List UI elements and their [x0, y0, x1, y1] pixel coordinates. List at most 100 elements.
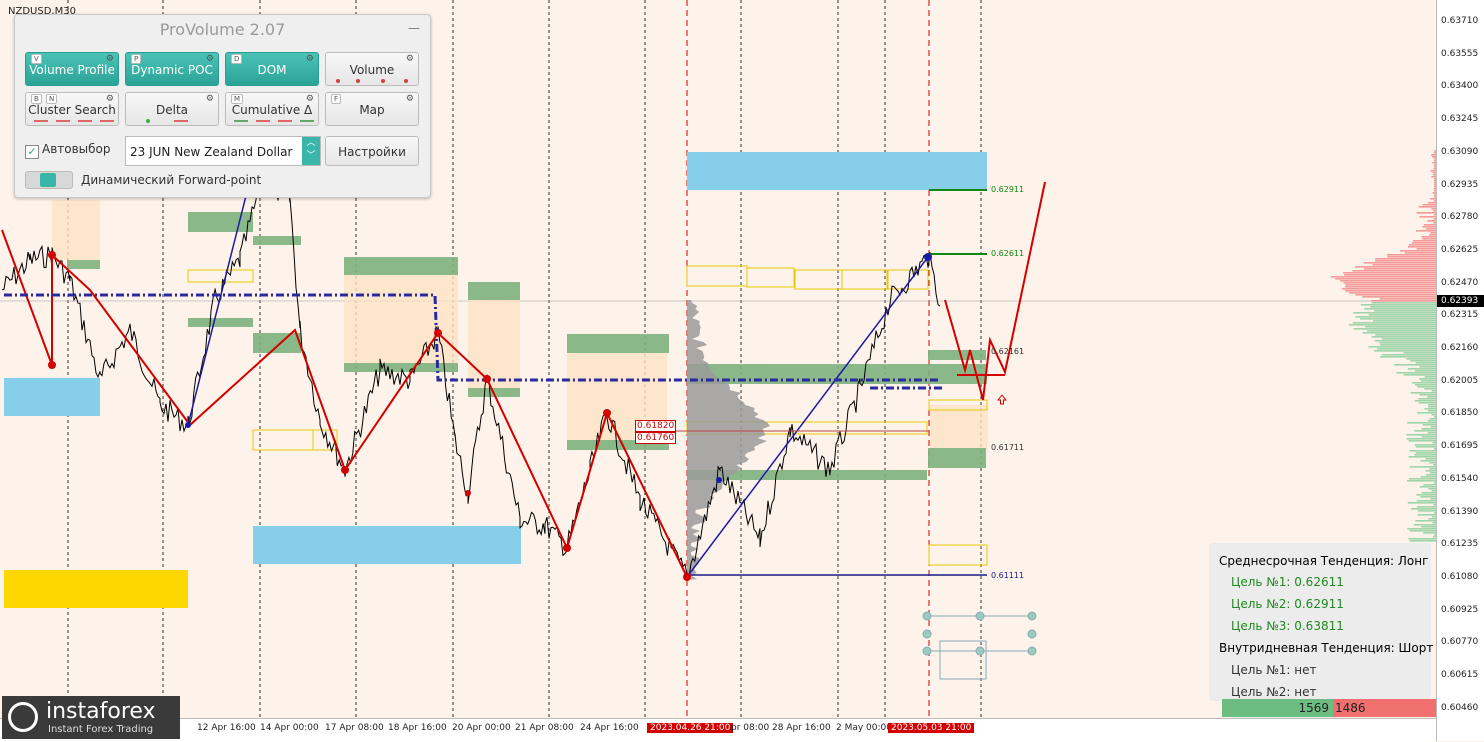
profile-bar	[1403, 352, 1436, 354]
map-button[interactable]: F ⚙ Map	[325, 92, 419, 126]
cluster-search-button[interactable]: B N ⚙ Cluster Search	[25, 92, 119, 126]
dom-button[interactable]: D ⚙ DOM	[225, 52, 319, 86]
price-tick-label: 0.63555	[1441, 48, 1479, 59]
indicator-bar	[300, 120, 314, 122]
profile-bar	[1416, 500, 1436, 502]
gear-icon[interactable]: ⚙	[306, 54, 314, 64]
indicator-bar	[256, 120, 270, 122]
profile-bar	[1362, 296, 1436, 298]
gear-icon[interactable]: ⚙	[406, 94, 414, 104]
profile-bar	[1373, 350, 1436, 352]
intra-target: Цель №1: нет	[1231, 663, 1317, 677]
profile-bar	[1423, 532, 1436, 534]
indicator-bar	[278, 120, 292, 122]
profile-bar	[1417, 506, 1436, 508]
level-label: 0.61711	[991, 443, 1025, 452]
profile-bar	[1414, 370, 1436, 372]
profile-bar	[1425, 470, 1436, 472]
profile-bar	[1415, 230, 1436, 232]
profile-bar	[1419, 394, 1436, 396]
forward-point-toggle[interactable]	[25, 171, 73, 189]
profile-bar	[1414, 444, 1436, 446]
profile-bar	[1403, 374, 1436, 376]
profile-bar	[1353, 312, 1436, 314]
profile-bar	[1387, 256, 1436, 258]
profile-bar	[1335, 278, 1436, 280]
gear-icon[interactable]: ⚙	[406, 54, 414, 64]
price-tick-label: 0.63090	[1441, 146, 1479, 157]
indicator-bar	[234, 120, 248, 122]
profile-bar	[1425, 458, 1436, 460]
profile-bar	[1371, 336, 1436, 338]
autoselect-checkbox[interactable]: ✓ Автовыбор	[25, 142, 111, 159]
profile-bar	[1416, 494, 1436, 496]
gear-icon[interactable]: ⚙	[306, 94, 314, 104]
profile-bar	[1428, 518, 1436, 520]
profile-bar	[1422, 204, 1436, 206]
profile-bar	[1427, 420, 1436, 422]
time-tick-label: 21 Apr 08:00	[515, 723, 574, 733]
time-tick-label: pr 08:00	[731, 723, 770, 733]
profile-bar	[1413, 240, 1436, 242]
profile-bar	[1408, 244, 1436, 246]
price-axis[interactable]: 0.63710 0.63555 0.63400 0.63245 0.63090 0.629…	[1436, 0, 1484, 741]
price-tick-label: 0.61080	[1441, 571, 1479, 582]
volume-button[interactable]: ⚙ Volume	[325, 52, 419, 86]
volume-profile-button[interactable]: V ⚙ Volume Profile	[25, 52, 119, 86]
level-label: 0.62911	[991, 185, 1025, 194]
profile-bar	[1418, 510, 1436, 512]
price-tick-label: 0.63710	[1441, 16, 1479, 26]
delta-button[interactable]: ⚙ Delta	[125, 92, 219, 126]
instrument-select[interactable]: 23 JUN New Zealand Dollar ︿ ﹀	[125, 136, 321, 166]
profile-bar	[1331, 276, 1436, 278]
forward-point-label: Динамический Forward-point	[81, 173, 262, 187]
blue-zone	[4, 378, 100, 416]
profile-bar	[1427, 220, 1436, 222]
dynamic-poc-button[interactable]: P ⚙ Dynamic POC	[125, 52, 219, 86]
profile-bar	[1381, 338, 1436, 340]
gear-icon[interactable]: ⚙	[106, 94, 114, 104]
price-tick-label: 0.60770	[1441, 637, 1479, 648]
cumulative-delta-button[interactable]: M ⚙ Cumulative Δ	[225, 92, 319, 126]
profile-bar	[1394, 364, 1436, 366]
profile-bar	[1408, 538, 1436, 540]
profile-bar	[1367, 330, 1436, 332]
profile-bar	[1400, 250, 1436, 252]
mid-target: Цель №1: 0.62611	[1231, 575, 1344, 589]
profile-bar	[1419, 378, 1436, 380]
price-tick-label: 0.61695	[1441, 441, 1479, 452]
profile-bar	[1352, 270, 1436, 272]
spinner-arrows-icon[interactable]: ︿ ﹀	[302, 137, 320, 165]
indicator-bar	[34, 120, 48, 122]
price-tick-label: 0.63400	[1441, 81, 1479, 92]
button-label: Dynamic POC	[131, 63, 213, 77]
profile-bar	[1415, 452, 1436, 454]
indicator-bar	[174, 120, 188, 122]
time-tick-label: 24 Apr 16:00	[580, 723, 639, 733]
profile-bar	[1371, 300, 1436, 302]
profile-bar	[1415, 362, 1436, 364]
profile-bar	[1420, 460, 1436, 462]
profile-bar	[1426, 228, 1436, 230]
profile-bar	[1407, 368, 1436, 370]
price-tick-label: 0.62005	[1441, 375, 1479, 386]
hotkey-badge: D	[231, 54, 243, 64]
minimize-icon[interactable]: —	[408, 21, 420, 35]
settings-button[interactable]: Настройки	[325, 136, 419, 166]
gear-icon[interactable]: ⚙	[206, 54, 214, 64]
profile-bar	[1418, 398, 1436, 400]
gear-icon[interactable]: ⚙	[106, 54, 114, 64]
profile-bar	[1414, 430, 1436, 432]
profile-bar	[1414, 400, 1436, 402]
price-tick-label: 0.62625	[1441, 244, 1479, 255]
profile-bar	[1408, 246, 1436, 248]
profile-bar	[1420, 476, 1436, 478]
profile-bar	[1429, 468, 1436, 470]
profile-bar	[1422, 238, 1436, 240]
time-axis[interactable]: 12 Apr 16:00 14 Apr 00:00 17 Apr 08:00 18 A…	[0, 718, 1436, 742]
profile-bar	[1421, 380, 1436, 382]
profile-bar	[1424, 388, 1436, 390]
time-tick-label: 17 Apr 08:00	[325, 723, 384, 733]
gear-icon[interactable]: ⚙	[206, 94, 214, 104]
hotkey-badge: M	[231, 94, 244, 104]
